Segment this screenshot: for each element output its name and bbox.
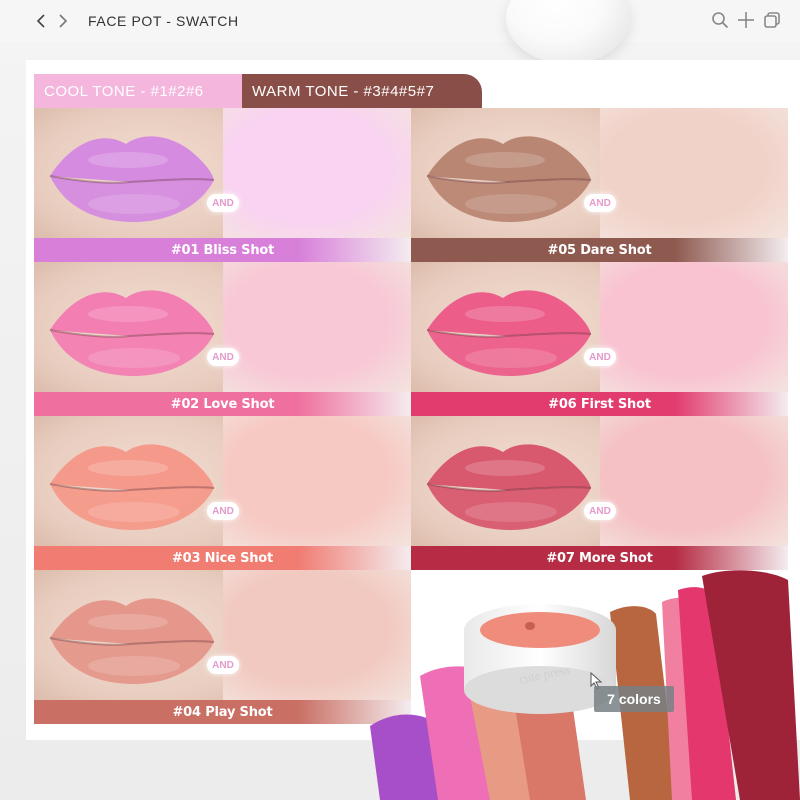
chevron-right-icon bbox=[59, 14, 68, 28]
shade-label: #05 Dare Shot bbox=[411, 238, 788, 262]
search-icon bbox=[712, 12, 729, 29]
shade-cell: AND #01 Bliss Shot bbox=[34, 108, 411, 262]
product-illustration: cute press bbox=[360, 566, 800, 800]
shade-cell: AND #07 More Shot bbox=[411, 416, 788, 570]
tone-tabs: COOL TONE - #1#2#6 WARM TONE - #3#4#5#7 bbox=[34, 74, 482, 108]
shade-swatch-row bbox=[34, 108, 411, 238]
page-title: FACE POT - SWATCH bbox=[88, 13, 239, 29]
blush-swatch bbox=[600, 108, 788, 238]
copy-icon bbox=[764, 12, 780, 28]
shade-label: #02 Love Shot bbox=[34, 392, 411, 416]
shade-swatch-row bbox=[411, 108, 788, 238]
blush-swatch bbox=[600, 262, 788, 392]
and-badge: AND bbox=[584, 502, 616, 520]
shade-swatch-row bbox=[34, 416, 411, 546]
plus-icon bbox=[738, 12, 754, 28]
decorative-orb bbox=[506, 0, 630, 64]
lip-swatch bbox=[411, 416, 600, 546]
forward-button[interactable] bbox=[52, 0, 74, 42]
chevron-left-icon bbox=[36, 14, 45, 28]
shade-label: #03 Nice Shot bbox=[34, 546, 411, 570]
lip-swatch bbox=[34, 262, 223, 392]
shade-cell: AND #05 Dare Shot bbox=[411, 108, 788, 262]
shade-swatch-row bbox=[34, 262, 411, 392]
shade-swatch-row bbox=[411, 262, 788, 392]
lip-swatch bbox=[34, 108, 223, 238]
shade-cell: AND #04 Play Shot bbox=[34, 570, 411, 724]
and-badge: AND bbox=[584, 194, 616, 212]
shade-cell: AND #02 Love Shot bbox=[34, 262, 411, 416]
blush-swatch bbox=[600, 416, 788, 546]
copy-button[interactable] bbox=[762, 9, 782, 31]
and-badge: AND bbox=[207, 502, 239, 520]
shade-swatch-row bbox=[411, 416, 788, 546]
and-badge: AND bbox=[207, 194, 239, 212]
and-badge: AND bbox=[207, 348, 239, 366]
blush-swatch bbox=[223, 108, 411, 238]
search-button[interactable] bbox=[710, 9, 730, 31]
browser-toolbar: FACE POT - SWATCH bbox=[0, 0, 800, 42]
tab-cool-tone-label: COOL TONE - #1#2#6 bbox=[44, 82, 204, 100]
add-button[interactable] bbox=[736, 9, 756, 31]
tab-cool-tone[interactable]: COOL TONE - #1#2#6 bbox=[34, 74, 242, 108]
tab-warm-tone-label: WARM TONE - #3#4#5#7 bbox=[252, 82, 435, 100]
tab-warm-tone[interactable]: WARM TONE - #3#4#5#7 bbox=[242, 74, 482, 108]
lip-swatch bbox=[411, 262, 600, 392]
shade-cell: AND #06 First Shot bbox=[411, 262, 788, 416]
lip-swatch bbox=[411, 108, 600, 238]
lip-swatch bbox=[34, 416, 223, 546]
and-badge: AND bbox=[207, 656, 239, 674]
colors-tooltip-label: 7 colors bbox=[607, 691, 661, 707]
blush-swatch bbox=[223, 262, 411, 392]
back-button[interactable] bbox=[30, 0, 52, 42]
shade-swatch-row bbox=[34, 570, 411, 700]
shade-label: #04 Play Shot bbox=[34, 700, 411, 724]
and-badge: AND bbox=[584, 348, 616, 366]
shade-label: #06 First Shot bbox=[411, 392, 788, 416]
lip-swatch bbox=[34, 570, 223, 700]
shade-label: #01 Bliss Shot bbox=[34, 238, 411, 262]
shade-cell: AND #03 Nice Shot bbox=[34, 416, 411, 570]
toolbar-actions bbox=[710, 9, 782, 31]
colors-tooltip: 7 colors bbox=[594, 686, 674, 712]
blush-swatch bbox=[223, 416, 411, 546]
